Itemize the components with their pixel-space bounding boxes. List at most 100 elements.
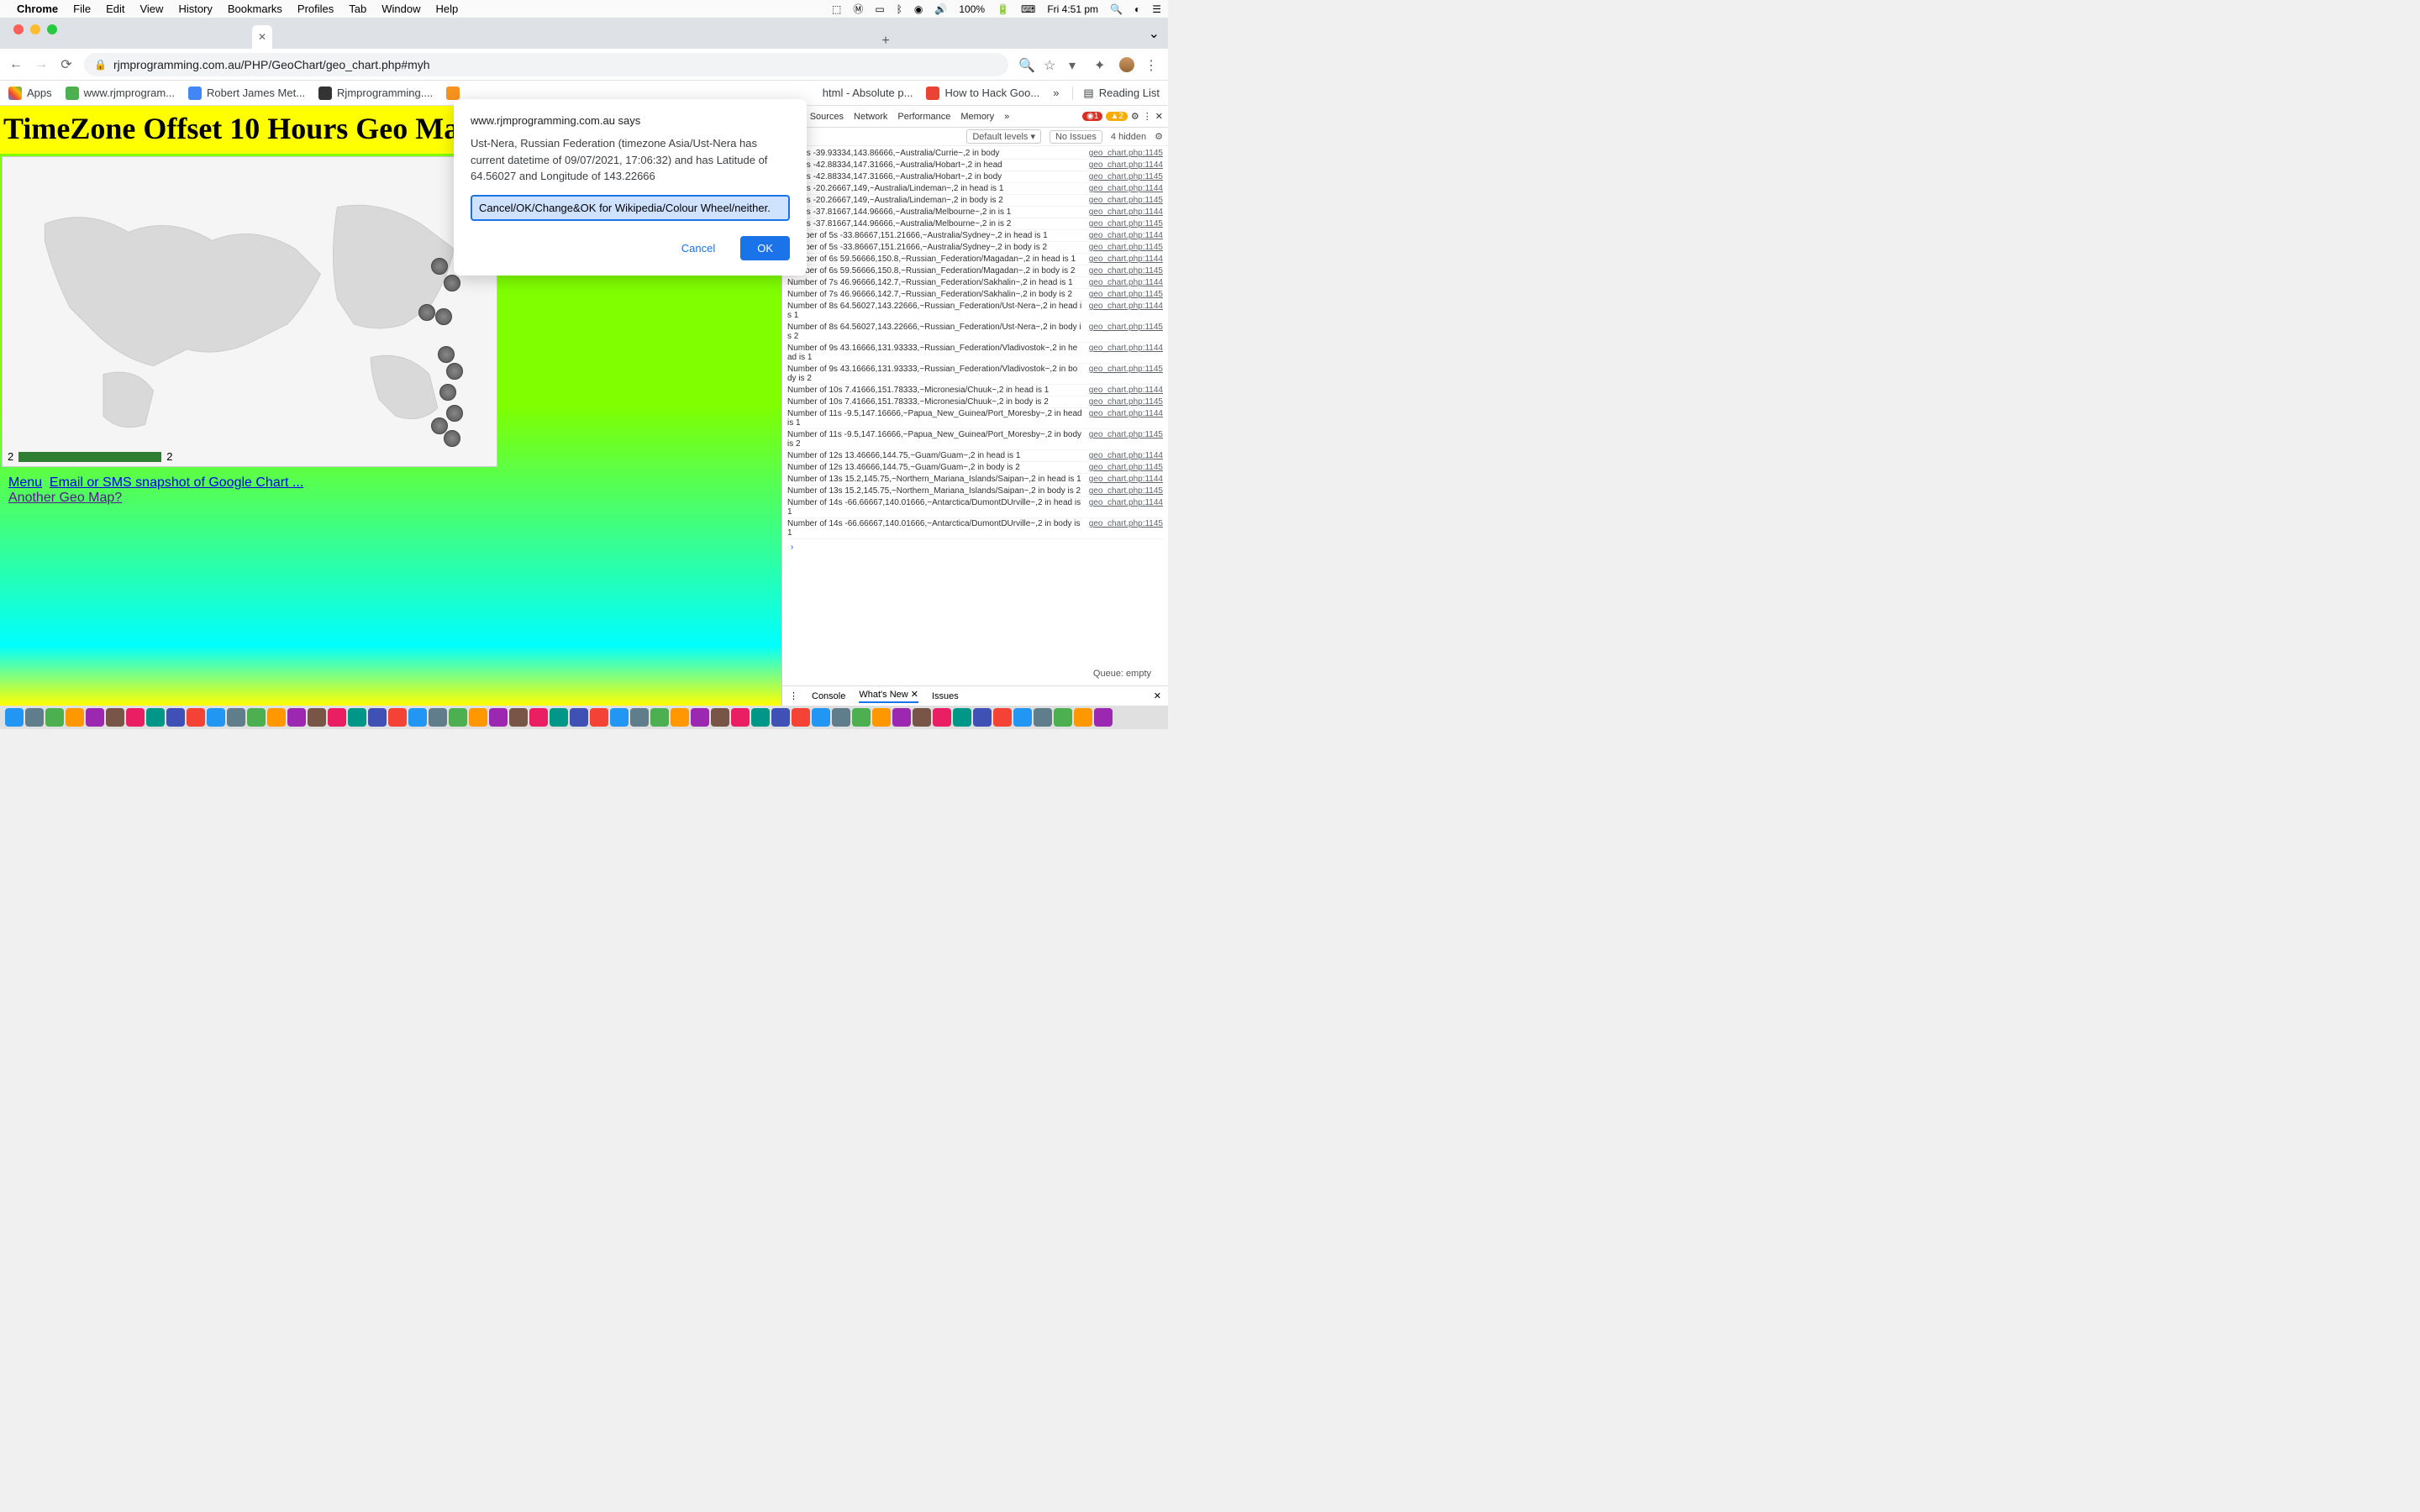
new-tab-button[interactable]: + <box>877 34 894 49</box>
menu-file[interactable]: File <box>73 3 91 15</box>
drawer-close-icon[interactable]: ✕ <box>1154 690 1161 701</box>
control-center-icon[interactable]: ☰ <box>1152 3 1161 15</box>
console-source-link[interactable]: geo_chart.php:1144 <box>1089 344 1163 362</box>
dock-app-icon[interactable] <box>792 708 810 727</box>
browser-tab[interactable] <box>743 25 756 49</box>
dock-app-icon[interactable] <box>570 708 588 727</box>
browser-tab[interactable] <box>272 25 286 49</box>
dock-app-icon[interactable] <box>973 708 992 727</box>
chrome-menu-icon[interactable]: ⋮ <box>1144 57 1160 72</box>
browser-tab[interactable] <box>810 25 823 49</box>
dock-app-icon[interactable] <box>408 708 427 727</box>
dock-app-icon[interactable] <box>86 708 104 727</box>
browser-tab[interactable] <box>676 25 689 49</box>
dock-app-icon[interactable] <box>590 708 608 727</box>
browser-tab[interactable] <box>649 25 662 49</box>
console-source-link[interactable]: geo_chart.php:1145 <box>1089 463 1163 472</box>
dock-app-icon[interactable] <box>388 708 407 727</box>
browser-tab[interactable] <box>420 25 434 49</box>
browser-tab[interactable] <box>380 25 393 49</box>
map-marker[interactable] <box>444 430 460 447</box>
browser-tab[interactable] <box>487 25 501 49</box>
dock-app-icon[interactable] <box>671 708 689 727</box>
dock-app-icon[interactable] <box>449 708 467 727</box>
console-source-link[interactable]: geo_chart.php:1145 <box>1089 149 1163 158</box>
bookmark-item[interactable]: Rjmprogramming.... <box>318 87 433 100</box>
devtools-tab[interactable]: Memory <box>960 112 994 122</box>
dock-app-icon[interactable] <box>126 708 145 727</box>
dock-app-icon[interactable] <box>993 708 1012 727</box>
browser-tab[interactable] <box>158 25 171 49</box>
devtools-settings-icon[interactable]: ⚙ <box>1131 111 1139 122</box>
dock-app-icon[interactable] <box>1034 708 1052 727</box>
map-marker[interactable] <box>431 258 448 275</box>
console-source-link[interactable]: geo_chart.php:1144 <box>1089 498 1163 517</box>
browser-tab[interactable] <box>595 25 608 49</box>
wifi-icon[interactable]: ◉ <box>914 3 923 15</box>
devtools-tab[interactable]: Performance <box>897 112 950 122</box>
dock-app-icon[interactable] <box>691 708 709 727</box>
browser-tab[interactable] <box>198 25 212 49</box>
clock[interactable]: Fri 4:51 pm <box>1047 3 1098 15</box>
dock-app-icon[interactable] <box>267 708 286 727</box>
bookmark-item[interactable] <box>446 87 460 100</box>
console-source-link[interactable]: geo_chart.php:1144 <box>1089 207 1163 217</box>
spotlight-icon[interactable]: 🔍 <box>1110 3 1123 15</box>
browser-tab[interactable] <box>528 25 541 49</box>
console-settings-icon[interactable]: ⚙ <box>1155 131 1163 142</box>
browser-tab[interactable] <box>729 25 743 49</box>
devtools-menu-icon[interactable]: ⋮ <box>1143 111 1152 122</box>
map-marker[interactable] <box>439 384 456 401</box>
browser-tab[interactable] <box>568 25 581 49</box>
dock-app-icon[interactable] <box>711 708 729 727</box>
browser-tab[interactable] <box>434 25 447 49</box>
browser-tab[interactable] <box>541 25 555 49</box>
browser-tab[interactable] <box>407 25 420 49</box>
browser-tab[interactable] <box>837 25 850 49</box>
browser-tab[interactable] <box>555 25 568 49</box>
another-geo-map-link[interactable]: Another Geo Map? <box>8 491 122 505</box>
console-source-link[interactable]: geo_chart.php:1145 <box>1089 266 1163 276</box>
browser-tab[interactable] <box>91 25 104 49</box>
reading-list-button[interactable]: ▤Reading List <box>1072 87 1160 100</box>
dock-app-icon[interactable] <box>1013 708 1032 727</box>
browser-tab[interactable] <box>823 25 837 49</box>
dock-app-icon[interactable] <box>166 708 185 727</box>
browser-tab[interactable] <box>474 25 487 49</box>
tab-overflow-icon[interactable]: ⌄ <box>1140 25 1168 42</box>
drawer-tab-whatsnew[interactable]: What's New ✕ <box>859 689 918 703</box>
browser-tab[interactable] <box>366 25 380 49</box>
dock-app-icon[interactable] <box>187 708 205 727</box>
console-source-link[interactable]: geo_chart.php:1145 <box>1089 486 1163 496</box>
dock-app-icon[interactable] <box>328 708 346 727</box>
dock-app-icon[interactable] <box>348 708 366 727</box>
bookmark-item[interactable]: Robert James Met... <box>188 87 305 100</box>
browser-tab[interactable] <box>514 25 528 49</box>
map-marker[interactable] <box>438 346 455 363</box>
profile-avatar[interactable] <box>1119 57 1134 72</box>
extension-icon[interactable]: ▾ <box>1069 57 1084 72</box>
status-icon[interactable]: ⬚ <box>832 3 841 15</box>
menu-link[interactable]: Menu <box>8 475 42 490</box>
console-source-link[interactable]: geo_chart.php:1144 <box>1089 451 1163 460</box>
battery-status[interactable]: 100% <box>959 3 985 15</box>
dock-app-icon[interactable] <box>913 708 931 727</box>
dock-app-icon[interactable] <box>45 708 64 727</box>
browser-tab[interactable] <box>239 25 252 49</box>
bookmark-item[interactable]: How to Hack Goo... <box>926 87 1039 100</box>
bookmark-item[interactable]: html - Absolute p... <box>823 87 913 100</box>
console-prompt[interactable]: › <box>787 539 1163 555</box>
browser-tab[interactable] <box>716 25 729 49</box>
browser-tab[interactable] <box>393 25 407 49</box>
screen-icon[interactable]: ▭ <box>875 3 884 15</box>
dock-app-icon[interactable] <box>227 708 245 727</box>
browser-tab[interactable] <box>185 25 198 49</box>
console-source-link[interactable]: geo_chart.php:1144 <box>1089 255 1163 264</box>
dock-app-icon[interactable] <box>953 708 971 727</box>
dock-app-icon[interactable] <box>368 708 387 727</box>
browser-tab[interactable] <box>118 25 131 49</box>
console-output[interactable]: r of 1s -39.93334,143.86666,~Australia/C… <box>782 146 1168 685</box>
dock-app-icon[interactable] <box>509 708 528 727</box>
dock-app-icon[interactable] <box>25 708 44 727</box>
dock-app-icon[interactable] <box>1054 708 1072 727</box>
